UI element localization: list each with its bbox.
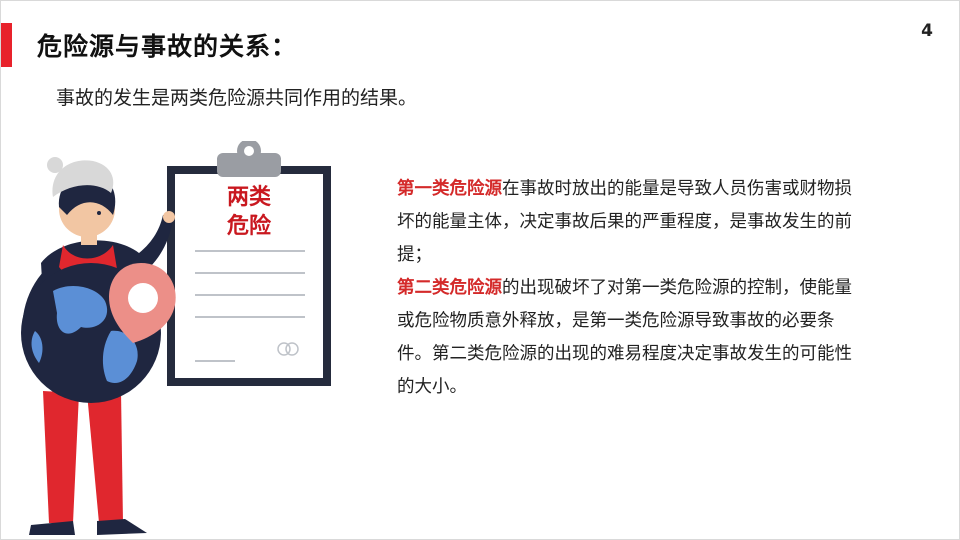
person-right-leg: [87, 391, 123, 523]
description-text: 第一类危险源在事故时放出的能量是导致人员伤害或财物损坏的能量主体，决定事故后果的…: [397, 173, 869, 404]
person-left-leg: [43, 391, 79, 523]
title-accent-bar: [1, 23, 12, 67]
person-right-shoe: [97, 519, 147, 535]
subtitle: 事故的发生是两类危险源共同作用的结果。: [56, 87, 418, 109]
type2-hazard-highlight: 第二类危险源: [397, 278, 502, 298]
type1-hazard-highlight: 第一类危险源: [397, 179, 502, 199]
page-number: 4: [921, 21, 933, 41]
page-title: 危险源与事故的关系：: [37, 32, 298, 61]
person-hand: [163, 211, 175, 223]
person-left-shoe: [29, 521, 75, 535]
slide: 危险源与事故的关系： 4 事故的发生是两类危险源共同作用的结果。 两类 危险 第…: [0, 0, 960, 540]
clipboard-label-line1: 两类: [227, 185, 272, 210]
illustration-person-clipboard: 两类 危险: [21, 141, 331, 535]
clipboard-label-line2: 危险: [227, 213, 272, 239]
